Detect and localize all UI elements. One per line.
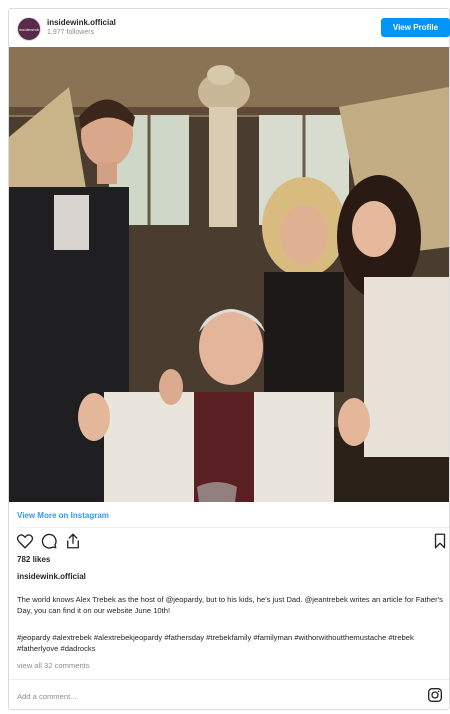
view-profile-button[interactable]: View Profile [381,18,450,37]
caption-username[interactable]: insidewink.official [17,572,86,581]
view-all-comments-link[interactable]: view all 32 comments [17,661,90,670]
avatar-text: insidewink [18,26,40,32]
instagram-embed-card: insidewink insidewink.official 1,977 fol… [8,8,450,710]
share-icon[interactable] [64,532,82,550]
instagram-icon[interactable] [427,687,443,703]
bookmark-icon[interactable] [431,532,449,550]
username[interactable]: insidewink.official [47,18,116,27]
post-header: insidewink insidewink.official 1,977 fol… [9,9,450,47]
heart-icon[interactable] [16,532,34,550]
avatar[interactable]: insidewink [17,17,41,41]
follower-count: 1,977 followers [47,29,95,36]
like-count[interactable]: 782 likes [17,555,50,564]
comment-input[interactable] [17,688,397,704]
family-photo-illustration [9,47,449,502]
comment-icon[interactable] [40,532,58,550]
comment-bar [9,679,449,710]
action-bar [9,529,449,553]
caption-hashtags[interactable]: #jeopardy #alextrebek #alextrebekjeopard… [17,632,443,654]
view-more-on-instagram-link[interactable]: View More on Instagram [17,504,449,528]
post-photo[interactable] [9,47,449,502]
caption-text: The world knows Alex Trebek as the host … [17,595,443,615]
